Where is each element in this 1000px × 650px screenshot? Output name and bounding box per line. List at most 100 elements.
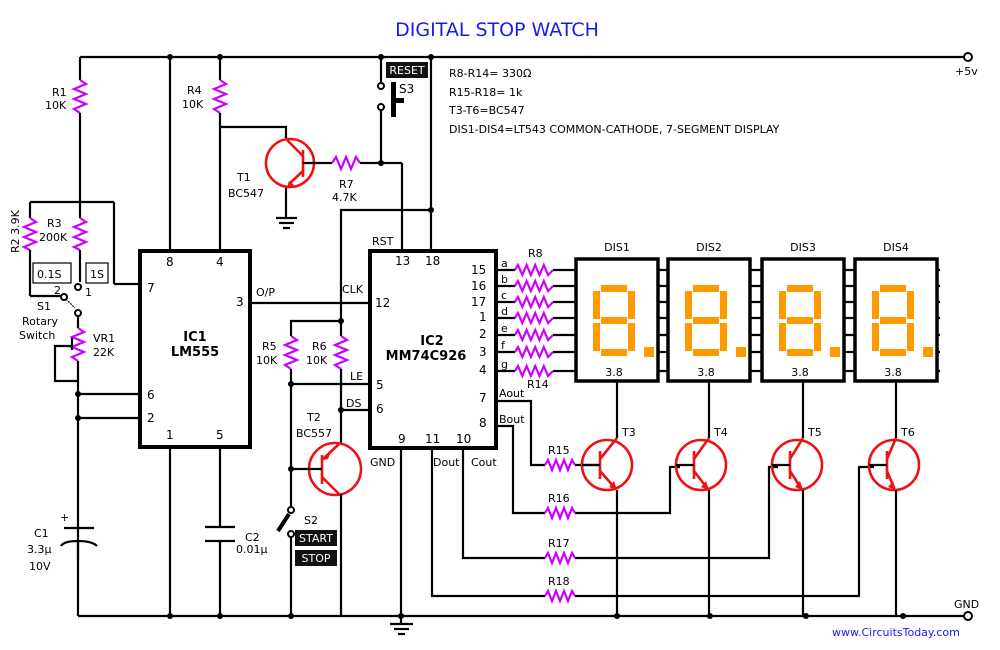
display-pin-label: 3.8 <box>791 366 809 379</box>
svg-text:13: 13 <box>395 254 410 268</box>
svg-text:DS: DS <box>346 397 361 410</box>
svg-text:Switch: Switch <box>19 329 55 342</box>
t4-transistor: T4 <box>674 381 728 616</box>
note-displays: DIS1-DIS4=LT543 COMMON-CATHODE, 7-SEGMEN… <box>449 123 780 136</box>
svg-text:6: 6 <box>147 388 155 402</box>
svg-text:10K: 10K <box>45 99 67 112</box>
transistor-label: T5 <box>807 426 822 439</box>
segment-resistor <box>514 278 554 294</box>
display-label: DIS4 <box>883 241 909 254</box>
svg-text:16: 16 <box>471 279 486 293</box>
t5-transistor: T5 <box>770 381 824 616</box>
vcc-terminal <box>963 52 973 62</box>
segment-label: e <box>501 322 508 335</box>
svg-text:17: 17 <box>471 295 486 309</box>
vcc-label: +5v <box>955 65 978 78</box>
c2-capacitor: C2 0.01μ <box>205 525 268 616</box>
svg-text:IC2: IC2 <box>420 334 443 349</box>
r14-label: R14 <box>527 378 549 391</box>
svg-text:S3: S3 <box>399 82 414 96</box>
svg-text:10K: 10K <box>256 354 278 367</box>
svg-text:R5: R5 <box>262 340 277 353</box>
svg-text:LE: LE <box>350 370 363 383</box>
svg-text:R1: R1 <box>52 86 67 99</box>
svg-text:2: 2 <box>479 327 487 341</box>
svg-text:7: 7 <box>147 281 155 295</box>
s2-start-stop-switch[interactable]: S2 START STOP <box>276 506 337 616</box>
notes: R8-R14= 330Ω R15-R18= 1k T3-T6=BC547 DIS… <box>448 67 780 136</box>
svg-text:Cout: Cout <box>471 456 497 469</box>
svg-text:C1: C1 <box>34 527 49 540</box>
svg-text:4: 4 <box>479 363 487 377</box>
svg-text:10K: 10K <box>182 98 204 111</box>
svg-text:1: 1 <box>166 428 174 442</box>
svg-text:22K: 22K <box>93 346 115 359</box>
svg-text:15: 15 <box>471 263 486 277</box>
svg-text:R3: R3 <box>47 217 62 230</box>
svg-text:O/P: O/P <box>256 286 275 299</box>
note-t3-t6: T3-T6=BC547 <box>448 104 525 117</box>
display-label: DIS2 <box>696 241 722 254</box>
ground-icon <box>390 616 413 636</box>
schematic: DIGITAL STOP WATCH R8-R14= 330Ω R15-R18=… <box>9 19 979 639</box>
t2-transistor: T2 BC557 <box>288 411 363 616</box>
svg-text:RESET: RESET <box>389 64 425 77</box>
svg-text:11: 11 <box>425 432 440 446</box>
display-4: DIS4 3.8 <box>853 241 939 383</box>
svg-text:S1: S1 <box>37 300 51 313</box>
svg-text:BC547: BC547 <box>228 187 264 200</box>
r4-resistor: R4 10K <box>182 79 288 251</box>
s3-reset-switch[interactable]: RESET S3 <box>377 57 428 163</box>
svg-text:GND: GND <box>370 456 395 469</box>
svg-text:VR1: VR1 <box>93 332 115 345</box>
display-2: DIS2 3.8 <box>666 241 752 383</box>
displays: DIS1 3.8 DIS2 3.8 DIS3 3.8 DIS4 3.8 <box>574 241 939 383</box>
svg-text:10K: 10K <box>306 354 328 367</box>
svg-text:Bout: Bout <box>499 413 525 426</box>
svg-text:200K: 200K <box>39 231 68 244</box>
segment-label: a <box>501 257 508 270</box>
svg-text:18: 18 <box>425 254 440 268</box>
svg-text:6: 6 <box>376 402 384 416</box>
segment-label: g <box>501 358 508 371</box>
svg-text:0.1S: 0.1S <box>37 268 61 281</box>
svg-text:1S: 1S <box>90 268 104 281</box>
svg-text:5: 5 <box>376 378 384 392</box>
svg-text:1: 1 <box>479 310 487 324</box>
segment-resistor <box>514 294 554 310</box>
r8-label: R8 <box>528 247 543 260</box>
svg-text:START: START <box>299 532 333 545</box>
segment-resistor <box>514 344 554 360</box>
display-pin-label: 3.8 <box>605 366 623 379</box>
svg-text:12: 12 <box>375 296 390 310</box>
r18-resistor: R18 <box>544 575 576 604</box>
svg-text:3: 3 <box>236 295 244 309</box>
note-r15-r18: R15-R18= 1k <box>449 86 523 99</box>
svg-text:4.7K: 4.7K <box>332 191 357 204</box>
svg-text:R6: R6 <box>312 340 327 353</box>
display-pin-label: 3.8 <box>697 366 715 379</box>
svg-text:3.3μ: 3.3μ <box>27 543 52 556</box>
segment-resistor <box>514 310 554 326</box>
svg-text:8: 8 <box>166 255 174 269</box>
svg-text:CLK: CLK <box>342 283 364 296</box>
svg-text:R7: R7 <box>339 178 354 191</box>
svg-text:S2: S2 <box>304 514 318 527</box>
svg-text:Aout: Aout <box>499 387 525 400</box>
svg-text:9: 9 <box>398 432 406 446</box>
segment-label: f <box>501 339 506 352</box>
transistor-label: T4 <box>713 426 728 439</box>
svg-text:2: 2 <box>147 411 155 425</box>
s1-rotary-switch[interactable]: 0.1S 1S 1 2 S1 Rotary Switch <box>19 262 109 342</box>
r15-resistor: R15 <box>544 444 576 473</box>
segment-resistor <box>514 363 554 379</box>
svg-text:7: 7 <box>479 391 487 405</box>
transistor-label: T6 <box>900 426 915 439</box>
segment-resistor <box>514 262 554 278</box>
gnd-label: GND <box>954 598 979 611</box>
svg-text:2: 2 <box>54 284 61 297</box>
svg-text:8: 8 <box>479 416 487 430</box>
svg-text:STOP: STOP <box>302 552 331 565</box>
display-pin-label: 3.8 <box>884 366 902 379</box>
website-link[interactable]: www.CircuitsToday.com <box>832 626 960 639</box>
